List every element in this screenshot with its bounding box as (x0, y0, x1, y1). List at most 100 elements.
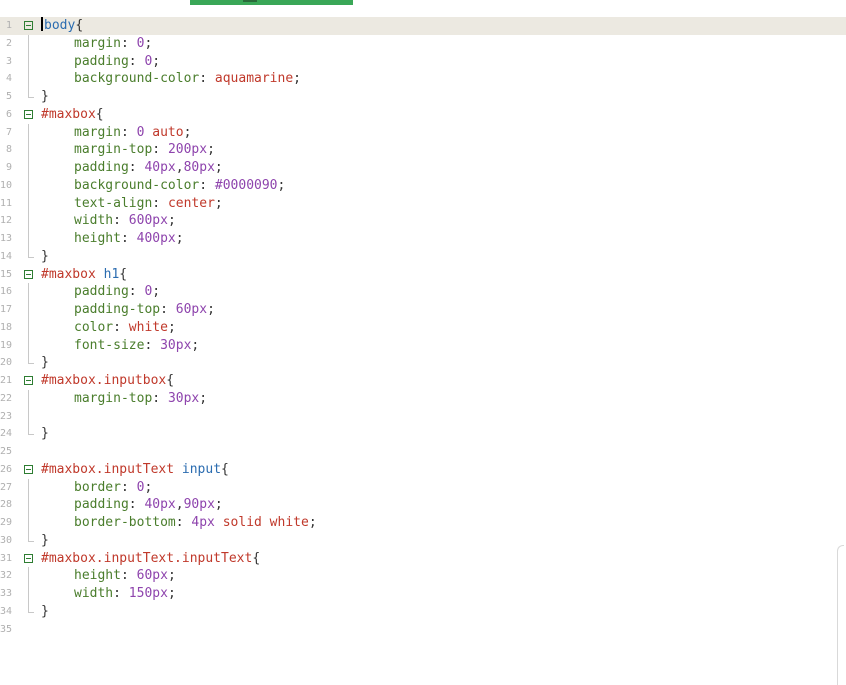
code-line[interactable]: 7 margin: 0 auto; (0, 123, 846, 142)
collapse-fold-icon[interactable] (24, 109, 33, 119)
code-token: : (128, 497, 145, 513)
fold-guide-line (28, 496, 29, 514)
code-token: } (41, 355, 49, 371)
line-number: 18 (0, 321, 13, 333)
code-token: aquamarine (214, 71, 294, 87)
fold-guide-end (28, 611, 34, 613)
code-text: height: 400px; (41, 230, 184, 248)
code-token: border-bottom (74, 515, 176, 530)
code-line[interactable]: 20} (0, 354, 846, 372)
code-token: #maxbox.inputbox (41, 373, 167, 388)
code-line[interactable]: 10 background-color: #0000090; (0, 176, 846, 195)
code-line[interactable]: 32 height: 60px; (0, 567, 846, 585)
code-line[interactable]: 14} (0, 247, 846, 266)
code-token: 40px (144, 160, 176, 175)
collapse-fold-icon[interactable] (24, 21, 33, 30)
code-line[interactable]: 4 background-color: aquamarine; (0, 70, 846, 88)
code-text: #maxbox.inputText.inputText{ (41, 550, 260, 568)
code-line[interactable]: 8 margin-top: 200px; (0, 141, 846, 159)
code-token: ; (183, 124, 192, 140)
code-line[interactable]: 29 border-bottom: 4px solid white; (0, 514, 846, 532)
collapse-fold-icon[interactable] (24, 464, 33, 474)
code-token: ; (293, 71, 301, 87)
line-number: 12 (0, 215, 13, 227)
code-line[interactable]: 3 padding: 0; (0, 52, 846, 71)
code-token: : (113, 213, 129, 229)
code-line[interactable]: 15 #maxbox h1{ (0, 266, 846, 284)
code-line[interactable]: 16 padding: 0; (0, 283, 846, 301)
code-text: margin-top: 200px; (41, 141, 215, 159)
code-token: { (95, 106, 104, 122)
code-line[interactable]: 1 body{ (0, 17, 846, 35)
fold-guide-line (28, 52, 29, 71)
code-line[interactable]: 2 margin: 0; (0, 34, 846, 53)
code-token: 150px (128, 586, 168, 601)
code-line[interactable]: 33 width: 150px; (0, 585, 846, 603)
code-line[interactable]: 27 border: 0; (0, 478, 846, 497)
code-line[interactable]: 18 color: white; (0, 318, 846, 337)
code-token: : (120, 35, 137, 51)
code-token: padding (74, 497, 129, 513)
code-line[interactable]: 19 font-size: 30px; (0, 336, 846, 355)
code-line[interactable]: 17 padding-top: 60px; (0, 301, 846, 319)
code-line[interactable]: 24} (0, 425, 846, 443)
code-token: input (181, 461, 222, 477)
code-token: ; (167, 568, 176, 584)
line-number: 11 (0, 197, 13, 209)
code-text: body{ (41, 17, 83, 35)
code-token: 60px (175, 302, 208, 317)
code-token: ; (214, 497, 223, 513)
code-token: h1 (103, 266, 120, 282)
code-token: : (120, 231, 137, 246)
code-token: ; (308, 515, 317, 530)
code-line[interactable]: 5} (0, 88, 846, 106)
fold-guide-line (28, 407, 29, 426)
top-toolbar-strip (0, 0, 846, 6)
code-token: font-size (74, 337, 145, 353)
line-number: 21 (0, 375, 13, 386)
code-line[interactable]: 34} (0, 602, 846, 621)
code-token: { (119, 266, 128, 282)
code-line[interactable]: 23 (0, 407, 846, 426)
code-token: ; (167, 586, 176, 601)
code-token: 200px (167, 142, 208, 158)
code-text: margin-top: 30px; (41, 390, 207, 408)
code-token: #0000090 (214, 177, 278, 193)
line-number: 3 (5, 55, 12, 67)
code-line[interactable]: 26 #maxbox.inputText input{ (0, 461, 846, 479)
code-token: } (41, 426, 49, 442)
code-line[interactable]: 35 (0, 621, 846, 639)
code-token: 40px (144, 497, 176, 513)
code-token: { (166, 373, 175, 388)
code-line[interactable]: 13 height: 400px; (0, 230, 846, 248)
line-number: 29 (0, 517, 13, 528)
code-line[interactable]: 6 #maxbox{ (0, 106, 846, 124)
code-line[interactable]: 25 (0, 443, 846, 461)
collapse-fold-icon[interactable] (24, 269, 33, 279)
code-line[interactable]: 9 padding: 40px,80px; (0, 159, 846, 177)
collapse-fold-icon[interactable] (24, 376, 33, 385)
code-token: background-color (74, 177, 200, 193)
collapse-fold-icon[interactable] (24, 553, 33, 563)
code-token: ; (199, 390, 208, 406)
code-line[interactable]: 12 width: 600px; (0, 212, 846, 230)
code-token: background-color (74, 71, 200, 87)
code-text: padding: 40px,80px; (41, 159, 223, 177)
code-line[interactable]: 22 margin-top: 30px; (0, 389, 846, 408)
code-token: : (120, 568, 137, 584)
line-number: 23 (0, 410, 13, 422)
code-line[interactable]: 31 #maxbox.inputText.inputText{ (0, 550, 846, 568)
fold-guide-line (28, 283, 29, 301)
code-token: : (199, 177, 215, 193)
code-line[interactable]: 11 text-align: center; (0, 194, 846, 213)
line-number: 20 (0, 357, 13, 369)
code-editor-area[interactable]: 1 body{2 margin: 0; 3 padding: 0; 4 background… (0, 17, 846, 638)
code-text: border: 0; (41, 479, 152, 497)
code-line[interactable]: 28 padding: 40px,90px; (0, 496, 846, 514)
code-token: : (152, 142, 168, 158)
code-line[interactable]: 30} (0, 531, 846, 550)
code-line[interactable]: 21 #maxbox.inputbox{ (0, 372, 846, 390)
active-tab-indicator[interactable] (190, 0, 353, 5)
